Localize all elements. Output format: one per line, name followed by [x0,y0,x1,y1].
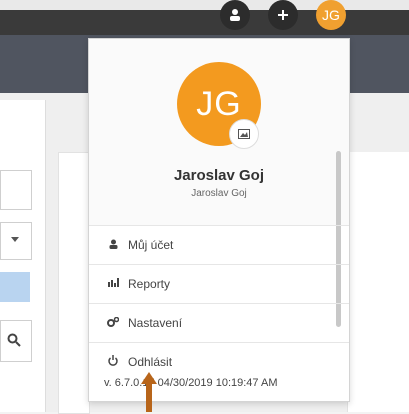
menu-item-label: Odhlásit [128,355,173,369]
version-text: v. 6.7.0.17 04/30/2019 10:19:47 AM [104,377,278,389]
power-icon [106,355,120,369]
profile-username: Jaroslav Goj [191,188,247,199]
profile-section: JG Jaroslav Goj Jaroslav Goj [89,39,349,225]
left-panel [0,100,46,412]
menu-item-reports[interactable]: Reporty [89,264,349,303]
bar-chart-icon [106,278,120,290]
filter-select[interactable] [0,222,32,260]
menu-item-label: Reporty [128,277,171,291]
user-icon [106,239,120,252]
profile-initials: JG [196,84,242,123]
top-bar-overlay [0,0,409,10]
profile-name: Jaroslav Goj [173,167,265,184]
menu-item-settings[interactable]: Nastavení [89,303,349,342]
annotation-arrow-shaft [146,383,152,412]
menu-item-label: Můj účet [128,238,174,252]
search-field[interactable] [0,320,32,362]
menu-item-label: Nastavení [128,316,183,330]
user-avatar-button[interactable]: JG [316,0,346,30]
content-card [58,152,90,414]
search-icon [7,333,21,347]
plus-icon [278,10,288,20]
user-dropdown-menu: JG Jaroslav Goj Jaroslav Goj Můj účet Re… [88,38,350,402]
user-icon [230,9,240,21]
image-icon [238,129,250,139]
avatar-initials: JG [322,7,340,23]
menu-item-logout[interactable]: Odhlásit [89,342,349,381]
add-icon-button[interactable] [268,0,298,30]
gears-icon [106,316,120,330]
top-bar: JG [0,0,409,35]
right-panel [347,152,409,412]
filter-input[interactable] [0,170,32,210]
menu-item-my-account[interactable]: Můj účet [89,225,349,264]
notification-icon-button[interactable] [220,0,250,30]
change-photo-button[interactable] [229,119,259,149]
selected-filter[interactable] [0,272,30,302]
chevron-down-icon [11,237,19,242]
